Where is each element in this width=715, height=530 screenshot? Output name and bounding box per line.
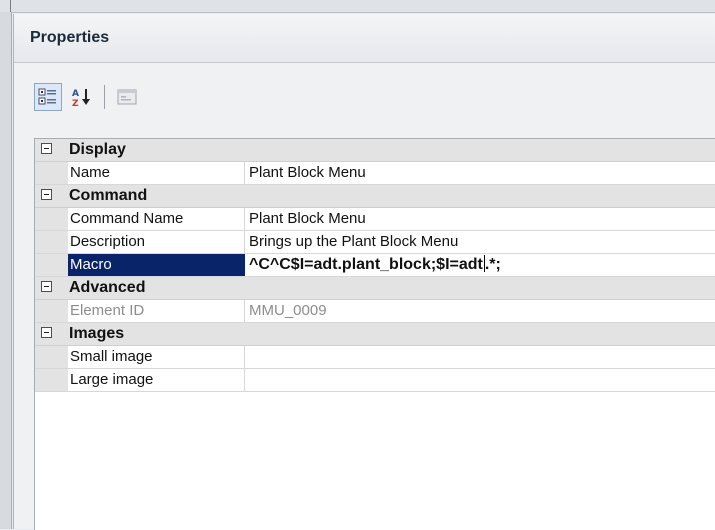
left-dock-rail — [0, 12, 12, 529]
row-gutter — [35, 208, 68, 230]
property-value[interactable]: Plant Block Menu — [245, 208, 715, 230]
svg-text:Z: Z — [72, 99, 79, 107]
category-label: Images — [69, 325, 125, 342]
property-value[interactable]: Brings up the Plant Block Menu — [245, 231, 715, 253]
category-row-advanced[interactable]: Advanced — [35, 277, 715, 300]
row-gutter — [35, 254, 68, 276]
collapse-icon[interactable] — [41, 189, 52, 200]
property-name[interactable]: Large image — [68, 369, 245, 391]
property-row-macro[interactable]: Macro ^C^C$I=adt.plant_block;$I=adt .*; — [35, 254, 715, 277]
collapse-icon[interactable] — [41, 327, 52, 338]
panel-title: Properties — [14, 14, 715, 63]
categorized-button[interactable] — [34, 83, 62, 111]
row-gutter — [35, 346, 68, 368]
property-row-small-image[interactable]: Small image — [35, 346, 715, 369]
property-row-large-image[interactable]: Large image — [35, 369, 715, 392]
categorized-icon — [38, 88, 56, 105]
alphabetical-sort-icon: A Z — [72, 89, 90, 107]
top-window-strip — [0, 0, 715, 13]
property-row-command-name[interactable]: Command Name Plant Block Menu — [35, 208, 715, 231]
svg-text:A: A — [72, 89, 79, 99]
property-name[interactable]: Small image — [68, 346, 245, 368]
property-name: Element ID — [68, 300, 245, 322]
macro-edit-field[interactable]: ^C^C$I=adt.plant_block;$I=adt .*; — [245, 254, 715, 276]
property-value: MMU_0009 — [249, 302, 327, 319]
property-value[interactable] — [245, 369, 715, 391]
row-gutter — [35, 300, 68, 322]
collapse-icon[interactable] — [41, 143, 52, 154]
property-name[interactable]: Command Name — [68, 208, 245, 230]
properties-toolbar: A Z — [34, 80, 141, 114]
category-row-display[interactable]: Display — [35, 139, 715, 162]
property-name[interactable]: Macro — [68, 254, 245, 276]
row-gutter — [35, 369, 68, 391]
properties-panel: Properties A Z Display Name Plant Block … — [13, 14, 715, 530]
property-value[interactable]: Plant Block Menu — [245, 162, 715, 184]
row-gutter — [35, 231, 68, 253]
category-label: Advanced — [69, 279, 146, 296]
property-row-description[interactable]: Description Brings up the Plant Block Me… — [35, 231, 715, 254]
category-label: Display — [69, 141, 126, 158]
category-row-command[interactable]: Command — [35, 185, 715, 208]
property-grid: Display Name Plant Block Menu Command Co… — [34, 138, 715, 530]
top-strip-divider — [10, 0, 11, 12]
category-row-images[interactable]: Images — [35, 323, 715, 346]
property-name[interactable]: Name — [68, 162, 245, 184]
property-pages-button[interactable] — [113, 83, 141, 111]
property-row-element-id[interactable]: Element ID MMU_0009 — [35, 300, 715, 323]
property-name[interactable]: Description — [68, 231, 245, 253]
row-gutter — [35, 162, 68, 184]
property-value[interactable] — [245, 346, 715, 368]
macro-text-after-caret: .*; — [484, 256, 501, 273]
property-row-name[interactable]: Name Plant Block Menu — [35, 162, 715, 185]
collapse-icon[interactable] — [41, 281, 52, 292]
category-label: Command — [69, 187, 148, 204]
property-pages-icon — [117, 89, 137, 105]
toolbar-separator — [104, 85, 105, 109]
alphabetical-button[interactable]: A Z — [68, 83, 96, 111]
macro-text-before-caret: ^C^C$I=adt.plant_block;$I=adt — [249, 256, 483, 273]
